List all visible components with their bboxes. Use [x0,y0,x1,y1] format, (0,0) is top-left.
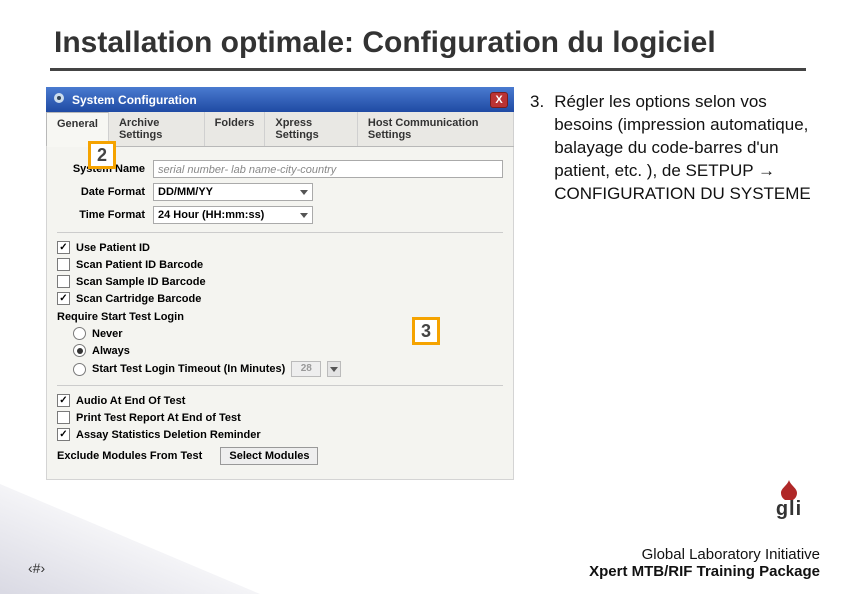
close-button[interactable]: X [490,92,508,108]
radio-never-label: Never [92,328,123,340]
gli-logo: gli [760,478,818,526]
footer-line1: Global Laboratory Initiative [589,546,820,563]
bullet-text: Régler les options selon vos besoins (im… [554,91,818,206]
date-format-value: DD/MM/YY [158,186,213,198]
page-number: ‹#› [28,560,45,576]
date-format-dropdown[interactable]: DD/MM/YY [153,183,313,201]
checkbox-scan-cartridge-barcode[interactable]: ✓ [57,292,70,305]
decorative-triangle [0,484,260,594]
tab-xpress[interactable]: Xpress Settings [265,112,358,146]
radio-always[interactable] [73,344,86,357]
scan-patient-barcode-label: Scan Patient ID Barcode [76,259,203,271]
footer: Global Laboratory Initiative Xpert MTB/R… [589,546,820,580]
droplet-icon [773,478,805,500]
date-format-label: Date Format [57,186,145,198]
assay-stats-label: Assay Statistics Deletion Reminder [76,429,261,441]
select-modules-button[interactable]: Select Modules [220,447,318,465]
time-format-dropdown[interactable]: 24 Hour (HH:mm:ss) [153,206,313,224]
dialog-title: System Configuration [72,93,197,107]
bullet-number: 3. [530,91,544,206]
chevron-down-icon [300,213,308,218]
tab-host-comm[interactable]: Host Communication Settings [358,112,514,146]
bullet-text-col: 3. Régler les options selon vos besoins … [530,87,818,480]
divider [57,232,503,233]
scan-sample-barcode-label: Scan Sample ID Barcode [76,276,206,288]
radio-never[interactable] [73,327,86,340]
logo-text: gli [776,498,802,521]
timeout-spinner[interactable] [327,361,341,377]
time-format-label: Time Format [57,209,145,221]
chevron-down-icon [300,190,308,195]
checkbox-audio-end[interactable]: ✓ [57,394,70,407]
general-panel: System Name serial number- lab name-city… [46,147,514,480]
checkbox-use-patient-id[interactable]: ✓ [57,241,70,254]
tab-archive[interactable]: Archive Settings [109,112,205,146]
radio-timeout[interactable] [73,363,86,376]
exclude-modules-label: Exclude Modules From Test [57,450,202,462]
gear-icon [52,91,66,108]
footer-line2: Xpert MTB/RIF Training Package [589,563,820,580]
use-patient-id-label: Use Patient ID [76,242,150,254]
audio-end-label: Audio At End Of Test [76,395,185,407]
time-format-value: 24 Hour (HH:mm:ss) [158,209,264,221]
divider [57,385,503,386]
radio-always-label: Always [92,345,130,357]
slide-title: Installation optimale: Configuration du … [0,0,842,68]
dialog-titlebar: System Configuration X [46,87,514,112]
callout-marker-2: 2 [88,141,116,169]
content-row: System Configuration X General Archive S… [0,71,842,480]
checkbox-scan-sample-barcode[interactable] [57,275,70,288]
tab-folders[interactable]: Folders [205,112,266,146]
checkbox-print-end[interactable] [57,411,70,424]
chevron-down-icon [330,367,338,372]
callout-marker-3: 3 [412,317,440,345]
radio-timeout-label: Start Test Login Timeout (In Minutes) [92,363,285,375]
require-login-label: Require Start Test Login [57,311,184,323]
system-name-input[interactable]: serial number- lab name-city-country [153,160,503,178]
checkbox-scan-patient-barcode[interactable] [57,258,70,271]
timeout-input[interactable]: 28 [291,361,321,377]
screenshot-col: System Configuration X General Archive S… [46,87,516,480]
scan-cartridge-barcode-label: Scan Cartridge Barcode [76,293,201,305]
print-end-label: Print Test Report At End of Test [76,412,241,424]
tab-strip: General Archive Settings Folders Xpress … [46,112,514,147]
checkbox-assay-stats[interactable]: ✓ [57,428,70,441]
system-config-dialog: System Configuration X General Archive S… [46,87,514,480]
